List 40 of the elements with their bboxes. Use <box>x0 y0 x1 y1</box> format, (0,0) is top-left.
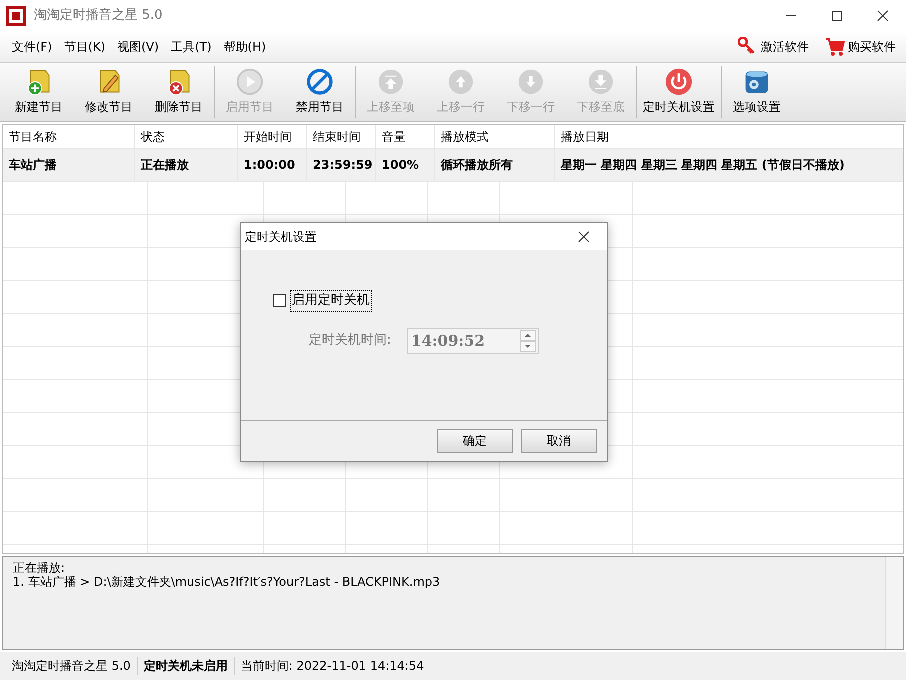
play-icon <box>235 68 265 96</box>
log-line: 1. 车站广播 > D:\新建文件夹\music\As?If?It′s?Your?Last - BLACKPINK.mp3 <box>13 575 442 589</box>
dialog-title: 定时关机设置 <box>245 228 317 246</box>
dialog-button[interactable]: 取消 <box>521 429 597 453</box>
toolbar-button[interactable]: 禁用节目 <box>285 66 355 118</box>
arrow-up-icon <box>446 68 476 96</box>
checkbox-label[interactable]: 启用定时关机 <box>290 290 372 312</box>
power-icon <box>664 68 694 96</box>
table-row[interactable]: 车站广播 正在播放 1:00:00 23:59:59 100% 循环播放所有 星期一 星期四 星期三 星期四 星期五 (节假日不播放) <box>3 149 903 182</box>
ban-icon <box>305 68 335 96</box>
status-text: 当前时间: 2022-11-01 14:14:54 <box>240 658 426 675</box>
close-icon[interactable] <box>578 230 590 242</box>
toolbar-button[interactable]: 定时关机设置 <box>637 66 721 118</box>
toolbar-button[interactable]: 选项设置 <box>722 66 792 118</box>
move-top-icon <box>376 68 406 96</box>
spinner-icon[interactable] <box>520 330 536 352</box>
menu-item[interactable]: 帮助(H) <box>218 36 272 58</box>
menu-link[interactable]: 购买软件 <box>821 37 900 57</box>
move-bottom-icon <box>586 68 616 96</box>
checkbox[interactable] <box>273 294 286 308</box>
menu-item[interactable]: 文件(F) <box>6 36 58 58</box>
menu-link[interactable]: 激活软件 <box>734 37 813 57</box>
menu-item[interactable]: 节目(K) <box>58 36 112 58</box>
field-label: 定时关机时间: <box>309 332 392 350</box>
dialog-button[interactable]: 确定 <box>437 429 513 453</box>
scrollbar[interactable] <box>885 557 903 649</box>
toolbar-button[interactable]: 新建节目 <box>4 66 74 118</box>
close-icon[interactable] <box>877 10 889 22</box>
log-line: 正在播放: <box>13 561 66 575</box>
maximize-icon[interactable] <box>831 10 843 22</box>
toolbar-button[interactable]: 修改节目 <box>74 66 144 118</box>
toolbar-button[interactable]: 删除节目 <box>144 66 214 118</box>
status-text: 定时关机未启用 <box>138 657 235 675</box>
status-text: 淘淘定时播音之星 5.0 <box>6 657 138 675</box>
cart-icon <box>825 37 845 57</box>
window-title: 淘淘定时播音之星 5.0 <box>34 7 163 26</box>
app-logo-icon <box>6 6 26 26</box>
menu-item[interactable]: 视图(V) <box>112 36 166 58</box>
arrow-down-icon <box>516 68 546 96</box>
menu-item[interactable]: 工具(T) <box>165 36 218 58</box>
